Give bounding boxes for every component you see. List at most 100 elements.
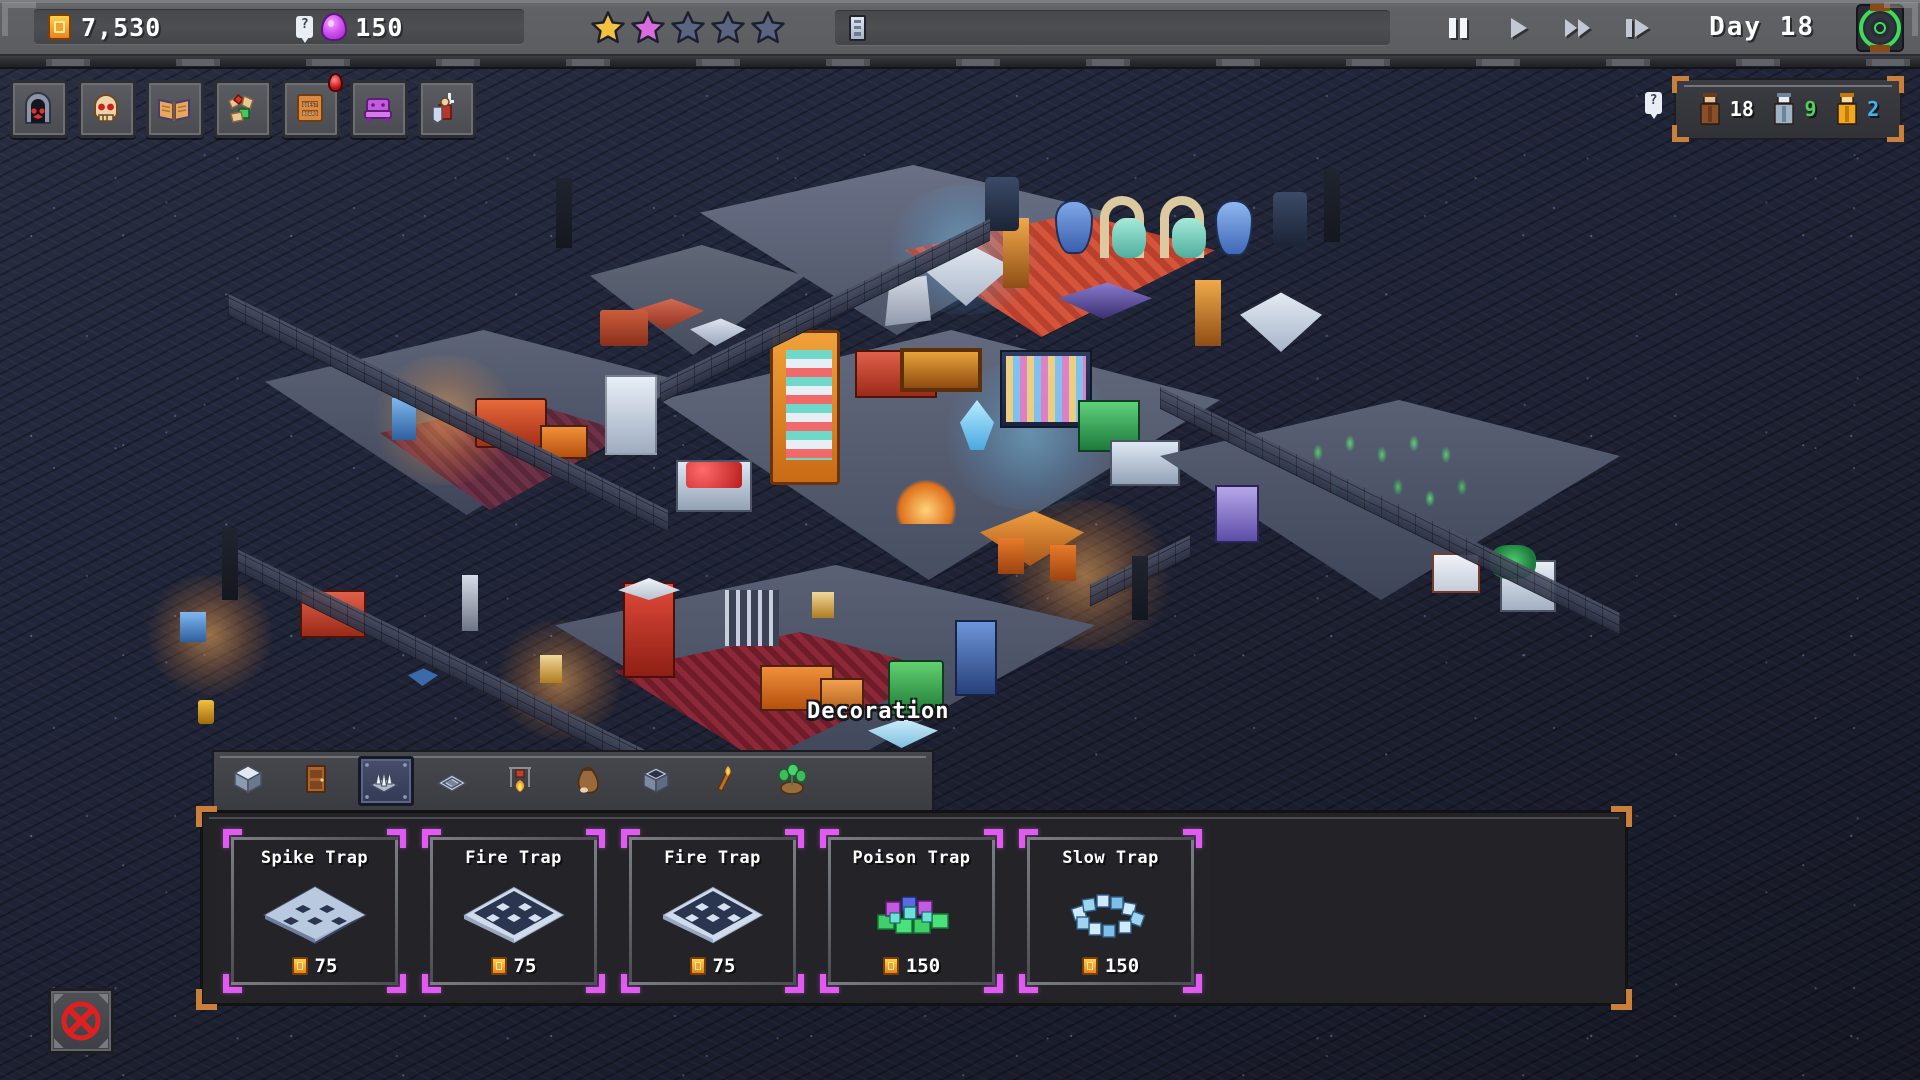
itembar-corner-br (1611, 989, 1632, 1010)
svg-text:BOARD: BOARD (302, 112, 317, 118)
card-corner-bl (422, 974, 441, 993)
guard-count[interactable]: 9 (1771, 92, 1817, 126)
itembar-corner-tl (196, 806, 217, 827)
floor-grate-icon (434, 761, 474, 801)
prop-chair-1 (998, 538, 1024, 574)
wall-pillar-3 (1324, 170, 1340, 242)
hud-corner-left (2, 2, 36, 36)
notification-badge (328, 73, 343, 92)
prop-vase-teal (1112, 218, 1146, 258)
wall-pillar-4 (1132, 556, 1148, 620)
wooden-door-icon (298, 761, 338, 801)
step-forward-button[interactable] (1621, 13, 1655, 43)
monsters-button[interactable] (78, 80, 136, 138)
card-frame-top (828, 837, 995, 840)
card-corner-tl (621, 829, 640, 848)
soul-value: 150 (355, 12, 404, 42)
category-walls[interactable] (222, 756, 278, 806)
pause-button[interactable] (1441, 13, 1475, 43)
card-frame-right (1191, 837, 1194, 985)
card-corner-tl (223, 829, 242, 848)
item-poison-trap[interactable]: Poison Trap 150 (812, 823, 1011, 999)
star-icon-2 (630, 10, 666, 46)
category-floors[interactable] (426, 756, 482, 806)
itembar-corner-tr (1611, 806, 1632, 827)
item-cost-value: 150 (1104, 955, 1140, 977)
population-hint[interactable]: ? (1645, 92, 1662, 119)
quest-pill[interactable] (835, 10, 1390, 46)
category-storage[interactable] (562, 756, 618, 806)
wall-pillar-2 (556, 178, 572, 248)
item-fire-trap-2[interactable]: Fire Trap 75 (613, 823, 812, 999)
heroes-button[interactable] (418, 80, 476, 138)
fast-forward-button[interactable] (1561, 13, 1595, 43)
category-traps[interactable] (358, 756, 414, 806)
category-campfire[interactable] (494, 756, 550, 806)
furniture-button[interactable] (350, 80, 408, 138)
item-slow-trap[interactable]: Slow Trap 150 (1011, 823, 1210, 999)
panel-corner-bl (1672, 125, 1689, 142)
card-corner-tl (820, 829, 839, 848)
category-decoration[interactable] (766, 756, 822, 806)
card-corner-tr (1183, 829, 1202, 848)
card-frame-bottom (1027, 982, 1194, 985)
campfire-icon (502, 761, 542, 801)
prop-statue-gold-2 (1195, 280, 1221, 346)
prop-sentry-dark-2 (1273, 192, 1307, 246)
item-fire-trap-1[interactable]: Fire Trap 75 (414, 823, 613, 999)
card-corner-br (586, 974, 605, 993)
prop-monster-green (888, 660, 944, 716)
card-corner-br (785, 974, 804, 993)
play-button[interactable] (1501, 13, 1535, 43)
card-frame-left (828, 837, 831, 985)
research-button[interactable] (146, 80, 204, 138)
minion-count[interactable]: 18 (1697, 92, 1754, 126)
svg-text:QUEST: QUEST (302, 103, 317, 109)
speed-controls (1441, 0, 1655, 56)
guard-count-value: 9 (1804, 97, 1817, 121)
cancel-build-button[interactable] (48, 988, 114, 1054)
card-frame-top (629, 837, 796, 840)
bin-icon (638, 761, 678, 801)
soul-orb-icon (321, 13, 348, 41)
items-button[interactable] (214, 80, 272, 138)
quests-button[interactable]: QUEST BOARD (282, 73, 343, 138)
prop-vase-blue-2 (1215, 200, 1253, 256)
sack-icon (570, 761, 610, 801)
item-cost: 150 (882, 955, 941, 977)
item-label: Fire Trap (465, 848, 562, 868)
star-icon-3 (670, 10, 706, 46)
category-doors[interactable] (290, 756, 346, 806)
card-frame-left (1027, 837, 1030, 985)
gold-cost-icon (291, 957, 308, 975)
card-frame-left (430, 837, 433, 985)
item-cost: 75 (490, 955, 536, 977)
knight-icon (427, 89, 467, 129)
fire-trap-plate-icon (458, 868, 570, 955)
wall-pillar-1 (222, 528, 238, 600)
item-cost-value: 75 (712, 955, 736, 977)
dungeon-heart-button[interactable] (10, 80, 68, 138)
item-cost-value: 150 (905, 955, 941, 977)
fire-trap-plate-icon (657, 868, 769, 955)
resource-pill: 7,530 ? 150 (34, 9, 524, 45)
item-label: Poison Trap (852, 848, 971, 868)
gold-cost-icon (1081, 957, 1098, 975)
soul-hint-icon[interactable]: ? (296, 16, 314, 43)
category-containers[interactable] (630, 756, 686, 806)
item-spike-trap[interactable]: Spike Trap 75 (215, 823, 414, 999)
prop-vase-teal-2 (1172, 218, 1206, 258)
hero-count[interactable]: 2 (1834, 92, 1879, 126)
category-torches[interactable] (698, 756, 754, 806)
card-frame-left (231, 837, 234, 985)
brown-villager-icon (1697, 92, 1723, 126)
population-hint-icon[interactable]: ? (1645, 92, 1662, 119)
card-corner-tr (387, 829, 406, 848)
prop-stall-goods (786, 350, 832, 460)
gold-villager-icon (1834, 92, 1860, 126)
prop-potions (1006, 356, 1086, 422)
top-hud-bar: 7,530 ? 150 Day 18 (0, 0, 1920, 56)
prop-bookshelf-white (605, 375, 657, 455)
purple-chair-icon (359, 89, 399, 129)
main-toolbar: QUEST BOARD (10, 73, 476, 138)
